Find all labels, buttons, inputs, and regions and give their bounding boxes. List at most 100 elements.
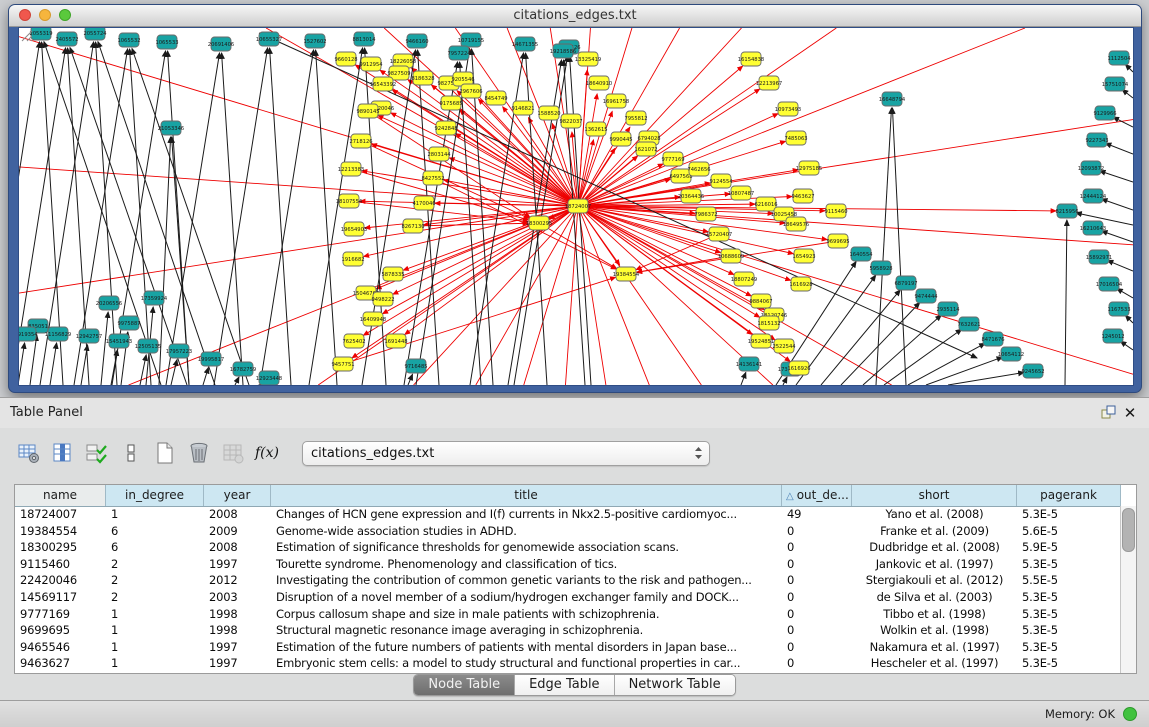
black-edge[interactable] <box>1125 64 1133 72</box>
column-header-short[interactable]: short <box>852 485 1017 506</box>
network-node[interactable]: 9227343 <box>1085 133 1108 147</box>
network-node[interactable]: 8215956 <box>1055 204 1078 218</box>
network-node[interactable]: 10688609 <box>718 249 744 263</box>
black-edge[interactable] <box>1105 143 1133 154</box>
red-edge[interactable] <box>578 206 1133 374</box>
red-edge[interactable] <box>414 206 578 385</box>
network-node[interactable]: 13325419 <box>575 52 601 66</box>
black-edge[interactable] <box>948 372 1024 385</box>
network-node[interactable]: 9975887 <box>117 316 140 330</box>
table-row[interactable]: 946554611997Estimation of the future num… <box>15 639 1121 656</box>
red-edge[interactable] <box>578 28 836 206</box>
network-window-titlebar[interactable]: citations_edges.txt <box>9 5 1141 27</box>
network-node[interactable]: 9245652 <box>1021 364 1044 378</box>
network-node[interactable]: 14671355 <box>512 37 538 51</box>
network-node[interactable]: 12505135 <box>135 339 161 353</box>
network-node[interactable]: 12093872 <box>1078 161 1104 175</box>
table-row[interactable]: 911546021997Tourette syndrome. Phenomeno… <box>15 556 1121 573</box>
table-row[interactable]: 946362711997Embryonic stem cells: a mode… <box>15 655 1121 672</box>
network-node[interactable]: 18724007 <box>565 199 591 213</box>
red-edge[interactable] <box>578 206 791 280</box>
network-node[interactable]: 16543392 <box>370 77 396 91</box>
minimize-window-button[interactable] <box>39 9 51 21</box>
network-node[interactable]: 7986372 <box>694 207 717 221</box>
table-selector-dropdown[interactable]: citations_edges.txt <box>302 441 710 466</box>
network-node[interactable]: 8427552 <box>421 171 444 185</box>
network-node[interactable]: 20206556 <box>96 296 122 310</box>
network-node[interactable]: 12213383 <box>338 162 364 176</box>
table-row[interactable]: 1830029562008Estimation of significance … <box>15 539 1121 556</box>
network-node[interactable]: 4170046 <box>412 196 435 210</box>
network-node[interactable]: 10807487 <box>728 186 754 200</box>
tab-edge-table[interactable]: Edge Table <box>515 675 614 695</box>
network-node[interactable]: 9822037 <box>559 114 582 128</box>
red-edge[interactable] <box>378 116 578 206</box>
network-node[interactable]: 2803144 <box>427 147 451 161</box>
network-node[interactable]: 15720407 <box>706 227 732 241</box>
network-node[interactable]: 8471676 <box>981 332 1004 346</box>
black-edge[interactable] <box>741 372 746 385</box>
network-node[interactable]: 7957224 <box>447 46 471 60</box>
black-edge[interactable] <box>1125 315 1133 323</box>
network-node[interactable]: 8813014 <box>352 32 376 46</box>
network-node[interactable]: 12923448 <box>256 371 282 385</box>
tab-node-table[interactable]: Node Table <box>414 675 515 695</box>
zoom-window-button[interactable] <box>59 9 71 21</box>
black-edge[interactable] <box>259 33 977 358</box>
column-header-year[interactable]: year <box>204 485 271 506</box>
network-node[interactable]: 2967606 <box>459 84 482 98</box>
table-scrollbar[interactable] <box>1120 506 1136 673</box>
network-node[interactable]: 9474444 <box>914 289 938 303</box>
network-node[interactable]: 19995817 <box>198 352 224 366</box>
network-node[interactable]: 18640910 <box>586 76 612 90</box>
network-node[interactable]: 18649576 <box>783 217 809 231</box>
red-edge[interactable] <box>524 206 578 385</box>
red-edge[interactable] <box>578 206 892 385</box>
delete-rows-trash-icon[interactable] <box>186 440 212 466</box>
network-node[interactable]: 15751074 <box>1102 77 1129 91</box>
table-row[interactable]: 2242004622012Investigating the contribut… <box>15 572 1121 589</box>
network-node[interactable]: 16782759 <box>230 362 256 376</box>
network-node[interactable]: 1640554 <box>849 247 873 261</box>
network-node[interactable]: 9457751 <box>331 357 354 371</box>
match-rows-icon[interactable] <box>84 440 110 466</box>
network-node[interactable]: 6879197 <box>894 276 917 290</box>
column-header-name[interactable]: name <box>15 485 106 506</box>
black-edge[interactable] <box>101 312 108 385</box>
network-node[interactable]: 16154838 <box>738 52 764 66</box>
table-settings-icon[interactable] <box>16 440 42 466</box>
network-node[interactable]: 15892971 <box>1086 250 1112 264</box>
network-node[interactable]: 12444124 <box>1080 189 1107 203</box>
black-edge[interactable] <box>235 377 239 385</box>
network-node[interactable]: 16210643 <box>1080 221 1106 235</box>
network-node[interactable]: 19654903 <box>341 222 367 236</box>
network-node[interactable]: 19524851 <box>748 334 774 348</box>
black-edge[interactable] <box>892 108 906 385</box>
close-window-button[interactable] <box>19 9 31 21</box>
network-node[interactable]: 3919354 <box>19 327 38 341</box>
network-node[interactable]: 10973493 <box>775 102 801 116</box>
network-node[interactable]: 7955812 <box>624 111 647 125</box>
network-node[interactable]: 9242848 <box>434 121 457 135</box>
network-node[interactable]: 9146821 <box>511 101 534 115</box>
network-node[interactable]: 9990445 <box>609 132 632 146</box>
network-node[interactable]: 7485063 <box>784 131 807 145</box>
network-node[interactable]: 1654923 <box>792 249 815 263</box>
black-edge[interactable] <box>1107 260 1133 271</box>
resize-grip-icon[interactable] <box>19 28 33 42</box>
row-height-icon[interactable] <box>118 440 144 466</box>
red-edge[interactable] <box>578 206 1133 245</box>
network-node[interactable]: 9175685 <box>439 96 462 110</box>
network-node[interactable]: 9115460 <box>824 204 847 218</box>
network-node[interactable]: 8267130 <box>401 219 424 233</box>
network-node[interactable]: 1621072 <box>634 142 657 156</box>
black-edge[interactable] <box>1117 289 1133 298</box>
network-node[interactable]: 9777169 <box>661 152 684 166</box>
network-node[interactable]: 2405572 <box>55 32 78 46</box>
black-edge[interactable] <box>408 374 413 385</box>
black-edge[interactable] <box>876 108 891 385</box>
black-edge[interactable] <box>316 50 337 385</box>
black-edge[interactable] <box>821 290 900 385</box>
memory-status-dot[interactable] <box>1123 707 1137 721</box>
column-header-pagerank[interactable]: pagerank <box>1017 485 1121 506</box>
